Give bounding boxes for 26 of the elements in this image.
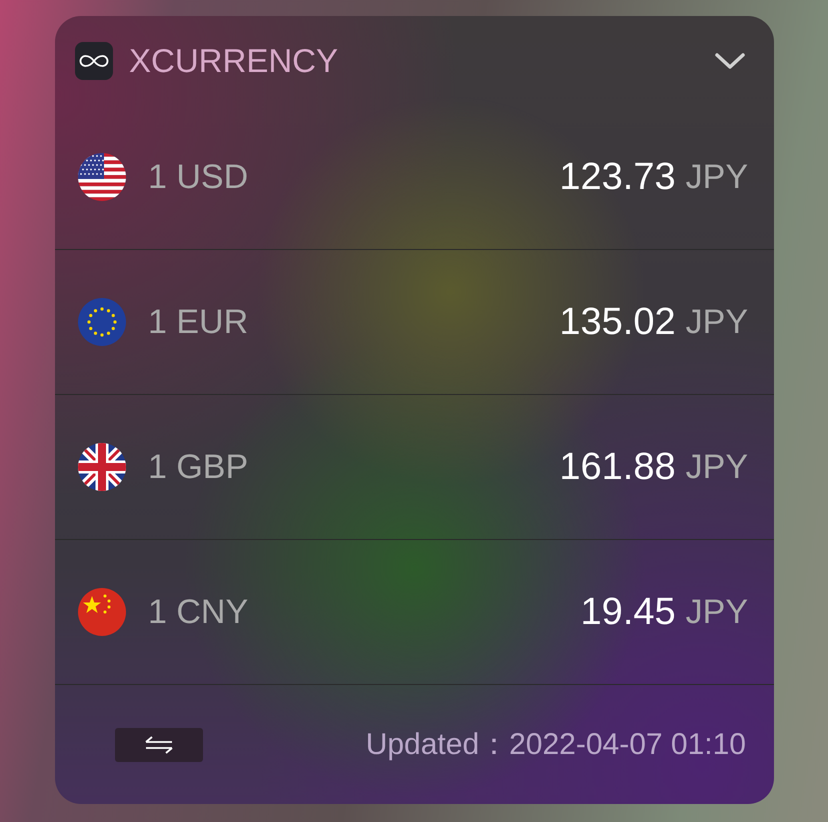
target-currency: JPY: [686, 156, 748, 198]
infinity-icon: [75, 42, 113, 80]
rate-row[interactable]: 1 CNY 19.45 JPY: [55, 540, 774, 685]
swap-button[interactable]: [115, 728, 203, 762]
flag-icon: [78, 298, 126, 346]
converted-amount: 135.02: [559, 300, 676, 344]
converted-amount: 123.73: [559, 154, 676, 200]
chevron-icon: [714, 50, 746, 70]
widget-title: XCURRENCY: [129, 40, 338, 81]
base-currency: 1 EUR: [148, 302, 248, 342]
updated-time: Updated：2022-04-07 01:10: [366, 727, 746, 763]
rate-row[interactable]: 1 EUR 135.02 JPY: [55, 250, 774, 395]
flag-icon: [78, 443, 126, 491]
rate-row[interactable]: 1 USD 123.73 JPY: [55, 105, 774, 250]
flag-icon: [78, 588, 126, 636]
converted-amount: 161.88: [559, 444, 676, 490]
base-currency: 1 GBP: [148, 446, 248, 488]
base-currency: 1 CNY: [148, 592, 248, 632]
flag-icon: [78, 153, 126, 201]
target-currency: JPY: [686, 592, 748, 632]
swap-icon: [145, 736, 173, 754]
base-currency: 1 USD: [148, 156, 248, 198]
target-currency: JPY: [686, 302, 748, 342]
rate-row[interactable]: 1 GBP 161.88 JPY: [55, 395, 774, 540]
target-currency: JPY: [686, 446, 748, 488]
converted-amount: 19.45: [580, 590, 676, 634]
